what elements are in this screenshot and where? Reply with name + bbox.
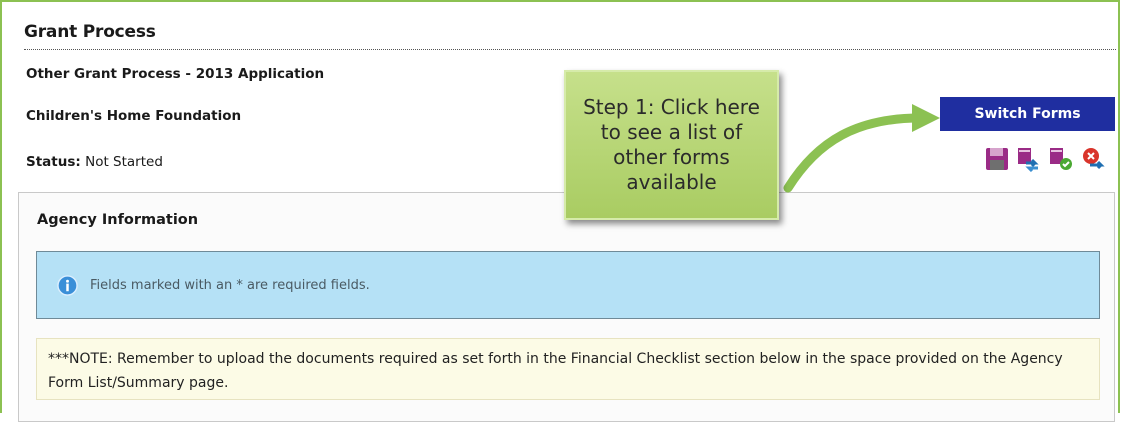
- process-subtitle: Other Grant Process - 2013 Application: [26, 66, 325, 82]
- save-icon[interactable]: [984, 146, 1010, 172]
- required-fields-info: Fields marked with an * are required fie…: [36, 251, 1100, 319]
- form-swap-icon[interactable]: [1016, 146, 1042, 173]
- switch-forms-button[interactable]: Switch Forms: [940, 97, 1115, 131]
- panel-title: Agency Information: [37, 212, 199, 228]
- step-callout: Step 1: Click here to see a list of othe…: [564, 70, 779, 220]
- title-divider: [24, 49, 1116, 50]
- upload-note: ***NOTE: Remember to upload the document…: [36, 338, 1100, 400]
- status-value: Not Started: [85, 154, 163, 170]
- undo-icon[interactable]: [1080, 146, 1106, 172]
- info-icon: [57, 274, 78, 296]
- action-toolbar: [984, 146, 1106, 173]
- status-line: Status: Not Started: [26, 154, 163, 170]
- info-text: Fields marked with an * are required fie…: [90, 277, 370, 293]
- organization-name: Children's Home Foundation: [26, 108, 242, 124]
- agency-information-panel: Agency Information Fields marked with an…: [18, 192, 1115, 422]
- status-label: Status:: [26, 154, 81, 170]
- page-title: Grant Process: [24, 22, 156, 42]
- form-submit-icon[interactable]: [1048, 146, 1074, 172]
